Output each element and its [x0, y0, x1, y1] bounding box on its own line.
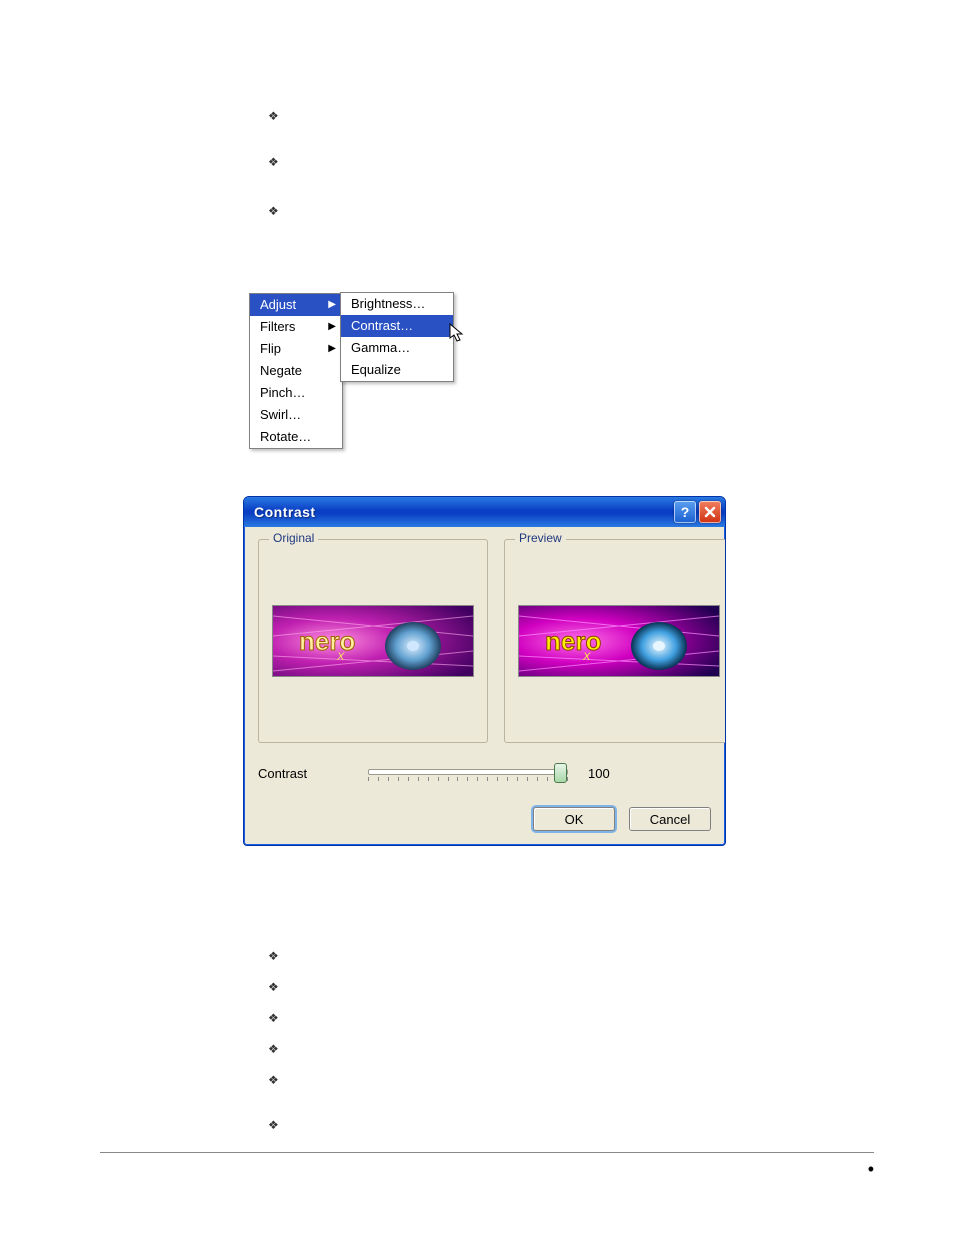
ok-button[interactable]: OK [533, 807, 615, 831]
menu-item-label: Rotate… [260, 428, 311, 446]
slider-groove [368, 769, 568, 775]
original-group: Original [258, 539, 488, 743]
svg-text:X: X [336, 651, 345, 663]
menu-item-label: Gamma… [351, 339, 410, 357]
footer-bullet: • [868, 1159, 874, 1180]
contrast-slider-row: Contrast 100 [258, 761, 711, 785]
submenu-arrow-icon: ▶ [328, 318, 336, 336]
slider-ticks [368, 777, 568, 783]
decorative-bullet: ❖ [268, 155, 279, 169]
menu-item-contrast[interactable]: Contrast… [341, 315, 453, 337]
original-image: nero X [272, 605, 474, 677]
slider-thumb[interactable] [554, 763, 567, 783]
menu-item-label: Equalize [351, 361, 401, 379]
svg-text:X: X [582, 651, 591, 663]
decorative-bullet: ❖ [268, 1042, 279, 1056]
submenu-arrow-icon: ▶ [328, 340, 336, 358]
slider-label: Contrast [258, 766, 348, 781]
preview-image: nero X [518, 605, 720, 677]
menu-item-label: Filters [260, 318, 295, 336]
contrast-slider[interactable] [368, 761, 568, 785]
menu-item-brightness[interactable]: Brightness… [341, 293, 453, 315]
adjust-submenu: Brightness… Contrast… Gamma… Equalize [340, 292, 454, 382]
menu-item-label: Swirl… [260, 406, 301, 424]
menu-item-filters[interactable]: Filters ▶ [250, 316, 342, 338]
contrast-dialog: Contrast ? Original [243, 496, 726, 846]
svg-text:nero: nero [545, 626, 601, 656]
menu-item-rotate[interactable]: Rotate… [250, 426, 342, 448]
dialog-title: Contrast [254, 504, 671, 520]
menu-item-label: Adjust [260, 296, 296, 314]
decorative-bullet: ❖ [268, 980, 279, 994]
menu-item-label: Contrast… [351, 317, 413, 335]
dialog-titlebar[interactable]: Contrast ? [244, 497, 725, 527]
effects-menu: Adjust ▶ Filters ▶ Flip ▶ Negate Pinch… [249, 293, 343, 449]
decorative-bullet: ❖ [268, 1073, 279, 1087]
menu-item-pinch[interactable]: Pinch… [250, 382, 342, 404]
menu-item-negate[interactable]: Negate [250, 360, 342, 382]
submenu-arrow-icon: ▶ [328, 296, 336, 314]
menu-item-adjust[interactable]: Adjust ▶ [250, 294, 342, 316]
menu-item-flip[interactable]: Flip ▶ [250, 338, 342, 360]
menu-item-label: Negate [260, 362, 302, 380]
svg-text:nero: nero [299, 626, 355, 656]
preview-group: Preview [504, 539, 726, 743]
group-legend: Preview [515, 531, 566, 545]
context-menu: Adjust ▶ Filters ▶ Flip ▶ Negate Pinch… [249, 293, 343, 449]
context-help-button[interactable]: ? [674, 501, 696, 523]
close-icon [704, 506, 716, 518]
menu-item-label: Flip [260, 340, 281, 358]
decorative-bullet: ❖ [268, 949, 279, 963]
menu-item-gamma[interactable]: Gamma… [341, 337, 453, 359]
cancel-button[interactable]: Cancel [629, 807, 711, 831]
decorative-bullet: ❖ [268, 204, 279, 218]
decorative-bullet: ❖ [268, 109, 279, 123]
menu-item-equalize[interactable]: Equalize [341, 359, 453, 381]
slider-value: 100 [588, 766, 628, 781]
decorative-bullet: ❖ [268, 1118, 279, 1132]
close-button[interactable] [699, 501, 721, 523]
decorative-bullet: ❖ [268, 1011, 279, 1025]
menu-item-label: Brightness… [351, 295, 425, 313]
menu-item-swirl[interactable]: Swirl… [250, 404, 342, 426]
group-legend: Original [269, 531, 318, 545]
footer-rule [100, 1152, 874, 1153]
menu-item-label: Pinch… [260, 384, 306, 402]
